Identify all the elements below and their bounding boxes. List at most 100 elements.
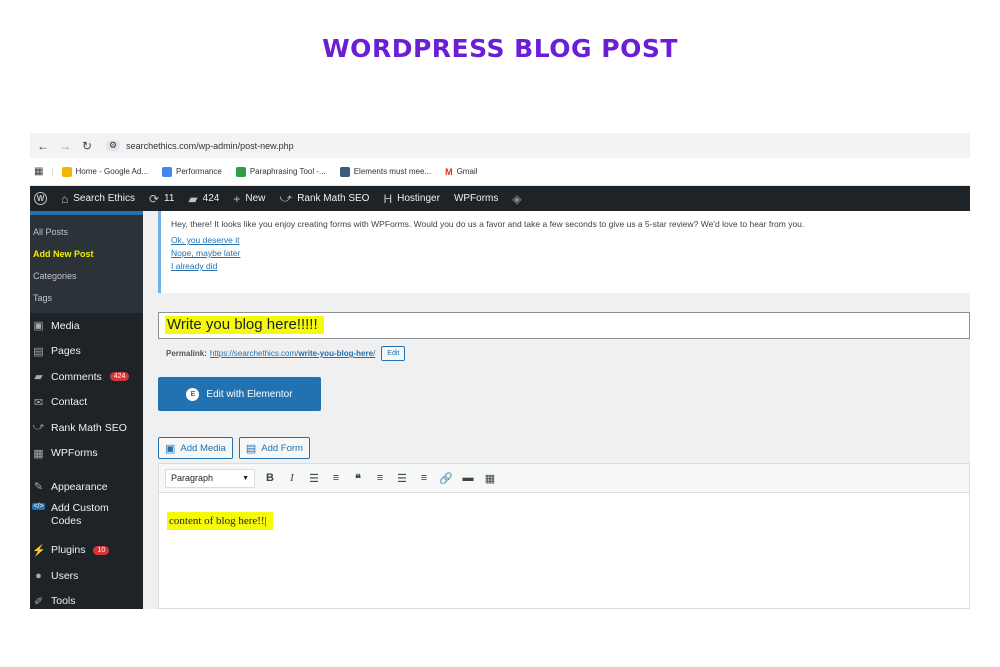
page-title: WORDPRESS BLOG POST <box>322 34 678 63</box>
sidebar-item-label: Comments <box>51 370 102 383</box>
posts-submenu: All Posts Add New Post Categories Tags <box>30 211 143 313</box>
link-icon[interactable]: 🔗 <box>435 472 457 485</box>
add-form-button[interactable]: ▤ Add Form <box>238 437 310 459</box>
edit-with-elementor-button[interactable]: E Edit with Elementor <box>158 377 321 411</box>
bullet-list-icon[interactable]: ☰ <box>303 472 325 485</box>
updates-count: 11 <box>164 193 175 204</box>
add-form-icon: ▤ <box>245 442 257 455</box>
apps-icon[interactable]: ▦ <box>34 166 43 177</box>
sidebar-item-label: WPForms <box>51 447 98 460</box>
bookmark-elements[interactable]: Elements must mee... <box>339 166 431 177</box>
sidebar-item-comments[interactable]: ▰ Comments 424 <box>30 364 143 390</box>
bookmark-gmail[interactable]: M Gmail <box>445 167 477 177</box>
sidebar-item-label: Pages <box>51 345 81 358</box>
appearance-icon: ✎ <box>33 481 44 494</box>
numbered-list-icon[interactable]: ≡ <box>325 472 347 484</box>
wordpress-logo-icon[interactable]: W <box>34 192 47 205</box>
bookmark-label: Home - Google Ad... <box>75 167 149 176</box>
post-content-text: content of blog here!!| <box>167 512 273 530</box>
comments-badge: 424 <box>109 372 130 382</box>
code-icon: </> <box>32 502 45 510</box>
sidebar-item-plugins[interactable]: ⚡ Plugins 10 <box>30 538 143 564</box>
chevron-down-icon: ▼ <box>242 474 249 482</box>
align-right-icon[interactable]: ≡ <box>413 472 435 484</box>
site-name: Search Ethics <box>73 193 135 204</box>
google-ads-icon <box>61 166 72 177</box>
permalink-label: Permalink: <box>166 349 207 358</box>
url-field[interactable]: ⚙ searchethics.com/wp-admin/post-new.php <box>106 140 294 151</box>
read-more-icon[interactable]: ▬ <box>457 472 479 484</box>
editor-main: Hey, there! It looks like you enjoy crea… <box>143 211 970 609</box>
media-icon: ▣ <box>33 320 44 333</box>
toolbar-toggle-icon[interactable]: ▦ <box>479 472 501 485</box>
notice-link-later[interactable]: Nope, maybe later <box>171 248 960 258</box>
sidebar-item-pages[interactable]: ▤ Pages <box>30 339 143 365</box>
add-media-button[interactable]: ▣ Add Media <box>158 437 233 459</box>
site-name-link[interactable]: ⌂ Search Ethics <box>61 192 135 206</box>
bookmarks-bar: ▦ | Home - Google Ad... Performance Para… <box>30 158 970 186</box>
mail-icon: ✉ <box>33 396 44 409</box>
hostinger-link[interactable]: H Hostinger <box>383 192 439 206</box>
align-left-icon[interactable]: ≡ <box>369 472 391 484</box>
sidebar-item-label: Contact <box>51 396 88 409</box>
submenu-tags[interactable]: Tags <box>30 287 143 309</box>
add-media-label: Add Media <box>180 442 226 454</box>
elementor-icon: E <box>186 387 200 401</box>
hostinger-label: Hostinger <box>397 193 440 204</box>
updates-link[interactable]: ⟳ 11 <box>149 192 174 206</box>
permalink-edit-button[interactable]: Edit <box>381 346 406 361</box>
screenshot: ← → ↻ ⚙ searchethics.com/wp-admin/post-n… <box>30 133 970 609</box>
comments-link[interactable]: ▰ 424 <box>188 192 219 206</box>
permalink-suffix: / <box>373 349 376 358</box>
italic-icon[interactable]: I <box>281 472 303 484</box>
paraphrasing-icon <box>235 166 246 177</box>
sidebar-item-users[interactable]: ● Users <box>30 563 143 589</box>
reload-icon[interactable]: ↻ <box>78 139 96 153</box>
bookmark-google-ads[interactable]: Home - Google Ad... <box>61 166 149 177</box>
plus-icon: + <box>233 191 241 206</box>
sidebar-item-media[interactable]: ▣ Media <box>30 313 143 339</box>
bookmark-separator: | <box>51 167 54 176</box>
home-icon: ⌂ <box>61 191 69 206</box>
forward-icon[interactable]: → <box>56 139 74 153</box>
diamond-icon[interactable]: ◈ <box>512 192 521 206</box>
sidebar-item-contact[interactable]: ✉ Contact <box>30 390 143 416</box>
browser-address-bar: ← → ↻ ⚙ searchethics.com/wp-admin/post-n… <box>30 133 970 158</box>
new-content-link[interactable]: + New <box>233 192 265 206</box>
sidebar-item-custom-codes[interactable]: </> Add Custom Codes <box>30 500 143 538</box>
post-title-text: Write you blog here!!!!! <box>165 316 324 334</box>
align-center-icon[interactable]: ☰ <box>391 472 413 485</box>
submenu-add-new-post[interactable]: Add New Post <box>30 243 143 265</box>
rank-math-label: Rank Math SEO <box>297 193 370 204</box>
sidebar-item-rank-math[interactable]: ⤻ Rank Math SEO <box>30 415 143 441</box>
submenu-categories[interactable]: Categories <box>30 265 143 287</box>
gmail-icon: M <box>445 166 453 177</box>
bookmark-performance[interactable]: Performance <box>162 166 222 177</box>
bold-icon[interactable]: B <box>259 472 281 484</box>
rank-math-link[interactable]: ⤻ Rank Math SEO <box>279 191 369 206</box>
sidebar-item-appearance[interactable]: ✎ Appearance <box>30 474 143 500</box>
plugins-icon: ⚡ <box>32 544 46 557</box>
sidebar-item-label: Appearance <box>51 480 108 493</box>
comments-count: 424 <box>202 193 220 204</box>
format-select[interactable]: Paragraph ▼ <box>165 468 255 488</box>
bookmark-paraphrasing[interactable]: Paraphrasing Tool -... <box>235 166 326 177</box>
submenu-all-posts[interactable]: All Posts <box>30 221 143 243</box>
back-icon[interactable]: ← <box>34 139 52 153</box>
wpforms-link[interactable]: WPForms <box>454 193 498 204</box>
url-text: searchethics.com/wp-admin/post-new.php <box>126 140 294 151</box>
post-title-input[interactable]: Write you blog here!!!!! <box>158 312 970 339</box>
new-label: New <box>245 193 266 204</box>
sidebar-item-wpforms[interactable]: ▦ WPForms <box>30 441 143 467</box>
bookmark-label: Performance <box>176 167 222 176</box>
site-settings-icon[interactable]: ⚙ <box>106 140 121 151</box>
updates-icon: ⟳ <box>148 191 160 206</box>
sidebar-item-tools[interactable]: ✐ Tools <box>30 589 143 610</box>
notice-link-done[interactable]: I already did <box>171 261 960 271</box>
notice-link-ok[interactable]: Ok, you deserve it <box>171 235 960 245</box>
permalink-slug: write-you-blog-here <box>298 349 374 358</box>
blockquote-icon[interactable]: ❝ <box>347 472 369 485</box>
permalink-url[interactable]: https://searchethics.com/write-you-blog-… <box>210 349 375 358</box>
wp-admin-bar: W ⌂ Search Ethics ⟳ 11 ▰ 424 + New ⤻ Rank Mat… <box>30 186 970 211</box>
editor-content[interactable]: content of blog here!!| <box>159 493 969 530</box>
